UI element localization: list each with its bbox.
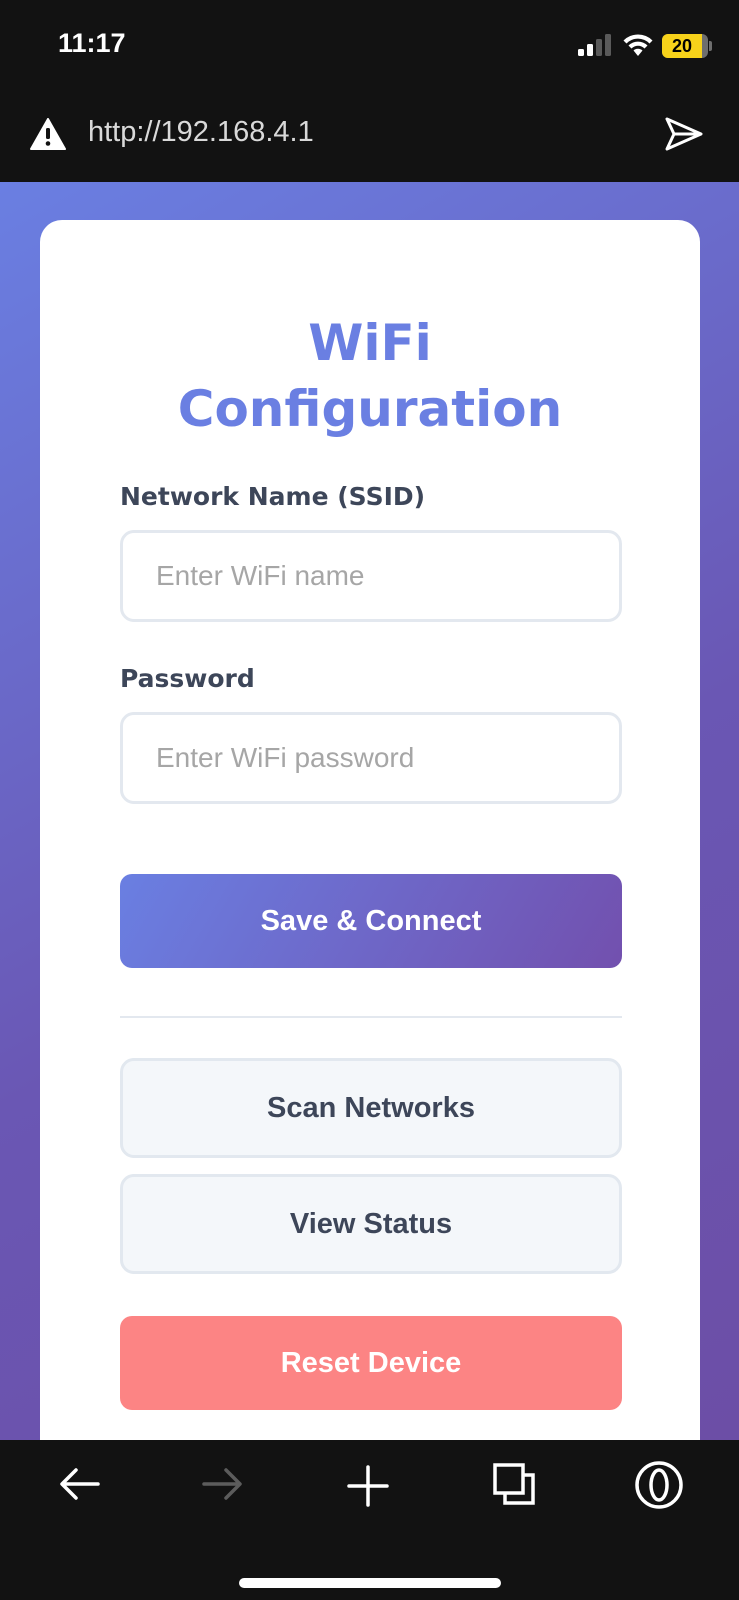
send-icon[interactable] xyxy=(664,116,704,152)
ssid-input[interactable] xyxy=(120,530,622,622)
ssid-label: Network Name (SSID) xyxy=(120,482,426,511)
config-card: WiFiConfiguration Network Name (SSID) Pa… xyxy=(40,220,700,1440)
wifi-icon xyxy=(623,34,653,56)
page-background: WiFiConfiguration Network Name (SSID) Pa… xyxy=(0,182,739,1440)
back-arrow-icon[interactable] xyxy=(58,1466,102,1502)
tabs-icon[interactable] xyxy=(492,1462,536,1506)
page-title: WiFi Configuration xyxy=(177,314,563,438)
battery-level: 20 xyxy=(671,36,693,56)
save-connect-button[interactable]: Save & Connect xyxy=(120,874,622,968)
signal-icon xyxy=(578,34,611,56)
battery-icon: 20 xyxy=(662,34,708,58)
password-input[interactable] xyxy=(120,712,622,804)
warning-icon[interactable] xyxy=(30,118,66,150)
home-indicator xyxy=(239,1578,501,1588)
battery-nub xyxy=(709,41,712,51)
opera-menu-icon[interactable] xyxy=(634,1460,684,1510)
browser-url-bar: http://192.168.4.1 xyxy=(0,100,739,182)
url-text[interactable]: http://192.168.4.1 xyxy=(88,116,314,149)
new-tab-plus-icon[interactable] xyxy=(346,1464,390,1508)
view-status-button[interactable]: View Status xyxy=(120,1174,622,1274)
forward-arrow-icon[interactable] xyxy=(200,1466,244,1502)
status-time: 11:17 xyxy=(58,28,126,58)
browser-bottom-bar xyxy=(0,1440,739,1600)
reset-device-button[interactable]: Reset Device xyxy=(120,1316,622,1410)
password-label: Password xyxy=(120,664,255,693)
divider xyxy=(120,1016,622,1018)
scan-networks-button[interactable]: Scan Networks xyxy=(120,1058,622,1158)
status-bar: 11:17 20 xyxy=(0,0,739,100)
